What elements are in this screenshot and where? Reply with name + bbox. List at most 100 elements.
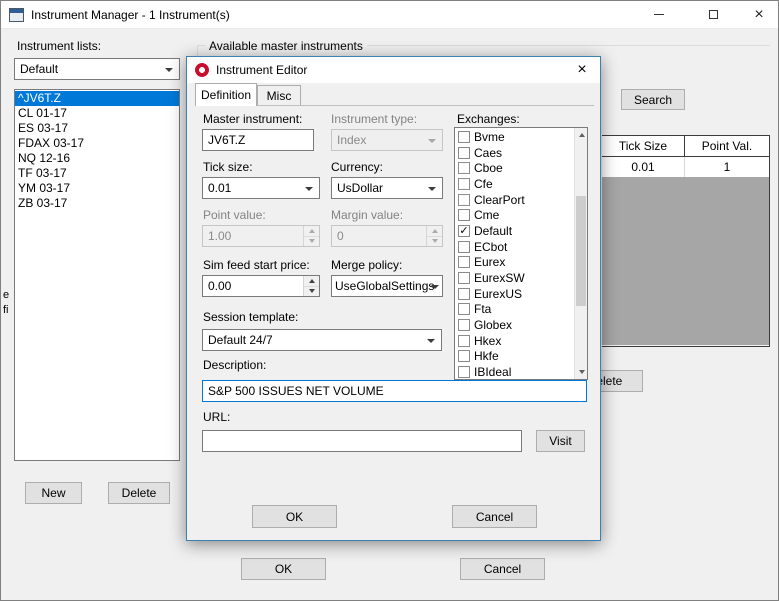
description-input[interactable]: S&P 500 ISSUES NET VOLUME [202, 380, 587, 402]
merge-policy-dropdown[interactable]: UseGlobalSettings [331, 275, 443, 297]
visit-button[interactable]: Visit [536, 430, 585, 452]
exchange-item[interactable]: Eurex [455, 255, 574, 271]
instrument-list-item[interactable]: CL 01-17 [15, 106, 179, 121]
exchange-item[interactable]: EurexUS [455, 286, 574, 302]
exchange-item[interactable]: Caes [455, 145, 574, 161]
scroll-down-icon[interactable] [575, 365, 588, 379]
master-table-row[interactable]: 0.01 1 [602, 157, 769, 177]
dialog-ok-button[interactable]: OK [252, 505, 337, 528]
instrument-list-item[interactable]: YM 03-17 [15, 181, 179, 196]
spinner-value: 1.00 [208, 229, 232, 243]
new-button[interactable]: New [25, 482, 82, 504]
search-button[interactable]: Search [621, 89, 685, 110]
checkbox-icon[interactable] [458, 256, 470, 269]
exchange-item[interactable]: Cboe [455, 160, 574, 176]
checkbox-icon[interactable] [458, 240, 470, 253]
exchange-label: Cfe [474, 176, 493, 191]
point-value-spinner: 1.00 [202, 225, 320, 247]
checkbox-icon[interactable] [458, 130, 470, 143]
checkbox-icon[interactable] [458, 272, 470, 285]
master-instrument-label: Master instrument: [203, 112, 303, 126]
delete-button-label: Delete [121, 486, 157, 500]
exchange-item[interactable]: Hkex [455, 333, 574, 349]
tab-definition[interactable]: Definition [195, 83, 257, 106]
scroll-up-icon[interactable] [575, 128, 588, 142]
dialog-close-button[interactable]: × [567, 58, 597, 82]
tab-misc[interactable]: Misc [257, 85, 301, 105]
dialog-titlebar: Instrument Editor [187, 57, 600, 83]
dialog-title: Instrument Editor [216, 63, 308, 77]
exchanges-scrollbar[interactable] [574, 128, 587, 379]
spinner-value: 0 [337, 229, 344, 243]
checkbox-icon[interactable] [458, 209, 470, 222]
exchanges-list[interactable]: Bvme Caes Cboe Cfe ClearPort Cme ✓ Default ECbot… [454, 127, 588, 380]
instrument-list-item[interactable]: ^JV6T.Z [15, 91, 179, 106]
ok-button[interactable]: OK [241, 558, 326, 580]
checkbox-icon[interactable] [458, 319, 470, 332]
dialog-cancel-button[interactable]: Cancel [452, 505, 537, 528]
instrument-list-item[interactable]: TF 03-17 [15, 166, 179, 181]
checkbox-icon[interactable] [458, 303, 470, 316]
checkbox-icon[interactable] [458, 193, 470, 206]
spinner-up-icon[interactable] [304, 276, 319, 287]
url-input[interactable] [202, 430, 522, 452]
clipped-text-fragment: e [3, 289, 10, 301]
exchange-item[interactable]: Globex [455, 317, 574, 333]
checkbox-icon[interactable] [458, 162, 470, 175]
spinner-down-icon[interactable] [304, 286, 319, 296]
exchange-item[interactable]: EurexSW [455, 270, 574, 286]
exchange-item[interactable]: Fta [455, 302, 574, 318]
exchange-item[interactable]: ✓ Default [455, 223, 574, 239]
checkbox-icon[interactable] [458, 350, 470, 363]
checkbox-icon[interactable] [458, 177, 470, 190]
dropdown-value: Default [20, 62, 59, 76]
spinner-value: 0.00 [208, 279, 232, 293]
checkbox-icon[interactable] [458, 287, 470, 300]
delete-button[interactable]: Delete [108, 482, 170, 504]
exchange-label: Cme [474, 208, 500, 223]
exchange-item[interactable]: Cfe [455, 176, 574, 192]
instrument-list-item[interactable]: NQ 12-16 [15, 151, 179, 166]
tab-label: Misc [266, 88, 292, 103]
maximize-button[interactable] [692, 1, 734, 28]
dropdown-value: UsDollar [337, 181, 384, 195]
ninjatrader-icon [195, 63, 209, 77]
currency-dropdown[interactable]: UsDollar [331, 177, 443, 199]
minimize-button[interactable] [638, 1, 680, 28]
close-icon: × [577, 61, 587, 78]
close-button[interactable]: × [738, 1, 779, 28]
exchange-item[interactable]: Bvme [455, 129, 574, 145]
spinner-up-icon [304, 226, 319, 237]
checkbox-icon[interactable]: ✓ [458, 224, 470, 237]
checkbox-icon[interactable] [458, 146, 470, 159]
sim-feed-start-price-spinner[interactable]: 0.00 [202, 275, 320, 297]
instrument-list-dropdown[interactable]: Default [14, 58, 180, 80]
point-value-label: Point value: [203, 208, 266, 222]
instrument-list-item[interactable]: FDAX 03-17 [15, 136, 179, 151]
tick-size-dropdown[interactable]: 0.01 [202, 177, 320, 199]
chevron-down-icon [427, 339, 435, 343]
column-header[interactable]: Tick Size [602, 136, 684, 156]
cancel-button[interactable]: Cancel [460, 558, 545, 580]
master-table-header: Tick Size Point Val. [602, 135, 769, 157]
exchange-item[interactable]: IBIdeal [455, 364, 574, 379]
clipped-text-fragment: fi [3, 304, 9, 316]
instrument-list[interactable]: ^JV6T.Z CL 01-17 ES 03-17 FDAX 03-17 NQ 12-1… [14, 89, 180, 461]
tab-label: Definition [200, 88, 252, 102]
close-icon: × [754, 5, 764, 23]
exchange-item[interactable]: ClearPort [455, 192, 574, 208]
scrollbar-thumb[interactable] [576, 196, 586, 306]
instrument-list-item[interactable]: ZB 03-17 [15, 196, 179, 211]
exchange-item[interactable]: ECbot [455, 239, 574, 255]
master-instrument-input[interactable]: JV6T.Z [202, 129, 314, 151]
checkbox-icon[interactable] [458, 334, 470, 347]
exchange-item[interactable]: Hkfe [455, 349, 574, 365]
exchange-label: Globex [474, 318, 513, 333]
ok-button-label: OK [274, 562, 293, 576]
column-header[interactable]: Point Val. [684, 136, 769, 156]
exchange-item[interactable]: Cme [455, 207, 574, 223]
instrument-list-item[interactable]: ES 03-17 [15, 121, 179, 136]
session-template-dropdown[interactable]: Default 24/7 [202, 329, 442, 351]
checkbox-icon[interactable] [458, 366, 470, 379]
exchange-label: Eurex [474, 255, 506, 270]
